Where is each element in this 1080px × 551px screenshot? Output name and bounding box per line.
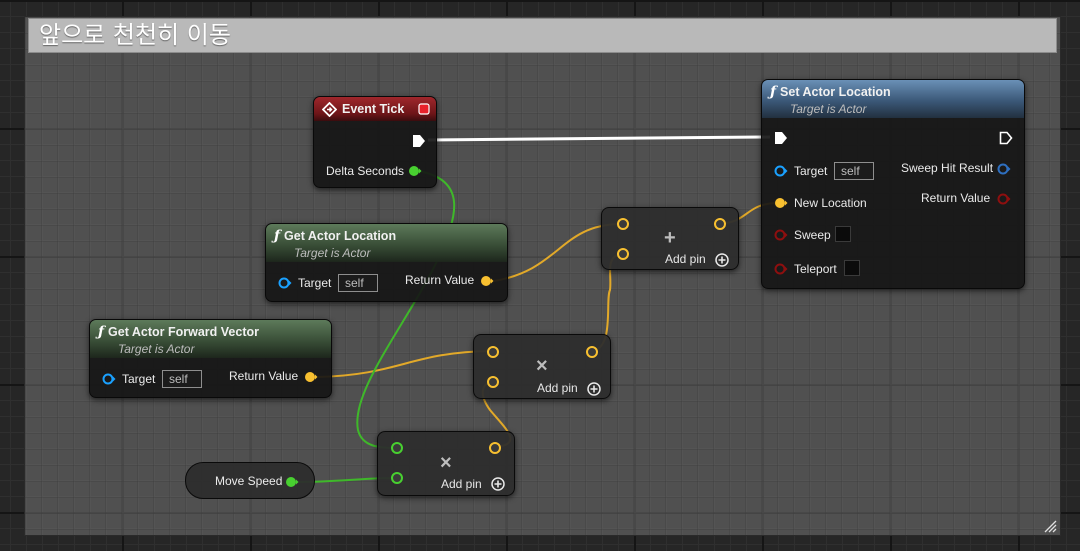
teleport-label: Teleport [794, 262, 837, 276]
add-pin-label[interactable]: Add pin [441, 477, 482, 491]
get-actor-location-title: Get Actor Location [284, 229, 397, 243]
get-actor-location-title-row: ƒ Get Actor Location [274, 228, 499, 244]
sweep-pin-icon[interactable] [774, 229, 788, 241]
add-pin-label[interactable]: Add pin [665, 252, 706, 266]
get-actor-location-node[interactable]: ƒ Get Actor Location Target is Actor Targ… [265, 223, 508, 302]
multiply-float-node[interactable]: × Add pin [377, 431, 515, 496]
function-icon: ƒ [770, 84, 777, 100]
exec-in-pin-icon[interactable] [774, 131, 788, 145]
move-speed-label: Move Speed [215, 474, 283, 488]
target-label: Target [122, 372, 156, 386]
target-pin-icon[interactable] [278, 277, 292, 289]
add-pin-label[interactable]: Add pin [537, 381, 578, 395]
get-actor-forward-vector-title: Get Actor Forward Vector [108, 325, 259, 339]
sweep-hit-result-pin-icon[interactable] [997, 163, 1011, 175]
input-pin-a-icon[interactable] [486, 345, 500, 359]
target-self-field[interactable]: self [338, 274, 378, 292]
return-value-label: Return Value [229, 369, 299, 383]
return-value-pin-icon[interactable] [997, 193, 1011, 205]
set-actor-location-title: Set Actor Location [780, 85, 891, 99]
input-pin-a-icon[interactable] [390, 441, 404, 455]
teleport-pin-icon[interactable] [774, 263, 788, 275]
multiply-symbol: × [536, 355, 548, 377]
get-actor-forward-vector-title-row: ƒ Get Actor Forward Vector [98, 324, 323, 340]
output-pin-icon[interactable] [713, 217, 727, 231]
teleport-checkbox[interactable] [844, 260, 860, 276]
delegate-output-icon[interactable] [418, 103, 430, 115]
set-actor-location-node[interactable]: ƒ Set Actor Location Target is Actor Targ… [761, 79, 1025, 289]
output-pin-icon[interactable] [585, 345, 599, 359]
function-icon: ƒ [274, 228, 281, 244]
new-location-label: New Location [794, 196, 867, 210]
target-label: Target [794, 164, 828, 178]
get-actor-location-header: ƒ Get Actor Location Target is Actor [266, 224, 507, 262]
sweep-hit-result-label: Sweep Hit Result [901, 161, 994, 175]
get-actor-forward-vector-header: ƒ Get Actor Forward Vector Target is Acto… [90, 320, 331, 358]
new-location-pin-icon[interactable] [774, 197, 788, 209]
exec-wire[interactable] [427, 135, 771, 142]
input-pin-b-icon[interactable] [486, 375, 500, 389]
event-diamond-icon [322, 102, 337, 117]
exec-out-pin-icon[interactable] [412, 134, 426, 148]
target-label: Target [298, 276, 332, 290]
event-tick-header: Event Tick [314, 97, 436, 121]
sweep-checkbox[interactable] [835, 226, 851, 242]
add-vector-node[interactable]: + Add pin [601, 207, 739, 270]
event-tick-node[interactable]: Event Tick Delta Seconds [313, 96, 437, 188]
target-self-field[interactable]: self [162, 370, 202, 388]
input-pin-b-icon[interactable] [390, 471, 404, 485]
return-value-label: Return Value [405, 273, 475, 287]
return-value-pin-icon[interactable] [480, 275, 494, 287]
return-value-label: Return Value [921, 191, 991, 205]
exec-out-pin-icon[interactable] [999, 131, 1013, 145]
move-speed-variable-node[interactable]: Move Speed [185, 462, 315, 499]
add-pin-icon[interactable] [491, 477, 505, 491]
resize-grip-icon[interactable] [1043, 519, 1057, 533]
add-pin-icon[interactable] [587, 382, 601, 396]
event-tick-title: Event Tick [342, 102, 405, 116]
delta-seconds-pin-icon[interactable] [408, 165, 422, 177]
delta-seconds-label: Delta Seconds [326, 164, 405, 178]
get-actor-location-subtitle: Target is Actor [294, 246, 371, 260]
return-value-pin-icon[interactable] [304, 371, 318, 383]
add-symbol: + [664, 227, 676, 249]
wire-forward-to-multiply[interactable] [317, 350, 493, 378]
target-pin-icon[interactable] [102, 373, 116, 385]
get-actor-forward-vector-subtitle: Target is Actor [118, 342, 195, 356]
input-pin-b-icon[interactable] [616, 247, 630, 261]
set-actor-location-title-row: ƒ Set Actor Location [770, 84, 1016, 100]
output-pin-icon[interactable] [488, 441, 502, 455]
function-icon: ƒ [98, 324, 105, 340]
sweep-label: Sweep [794, 228, 831, 242]
input-pin-a-icon[interactable] [616, 217, 630, 231]
multiply-vector-node[interactable]: × Add pin [473, 334, 611, 399]
multiply-symbol: × [440, 452, 452, 474]
add-pin-icon[interactable] [715, 253, 729, 267]
wire-delta-to-multiplyfloat[interactable] [356, 170, 456, 449]
target-self-field[interactable]: self [834, 162, 874, 180]
set-actor-location-subtitle: Target is Actor [790, 102, 867, 116]
move-speed-pin-icon[interactable] [285, 476, 299, 488]
target-pin-icon[interactable] [774, 165, 788, 177]
get-actor-forward-vector-node[interactable]: ƒ Get Actor Forward Vector Target is Acto… [89, 319, 332, 398]
set-actor-location-header: ƒ Set Actor Location Target is Actor [762, 80, 1024, 118]
